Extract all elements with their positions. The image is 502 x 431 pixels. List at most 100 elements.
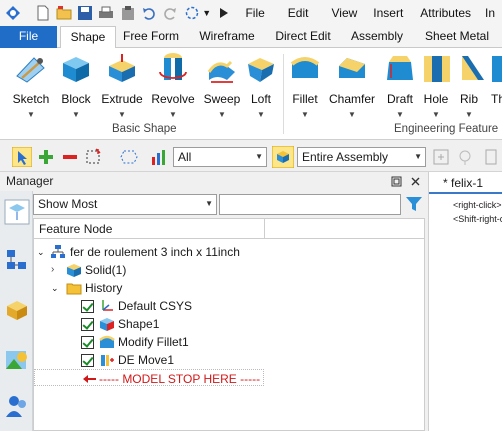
history-item-label: Default CSYS: [118, 299, 193, 313]
filter-chart-icon[interactable]: [150, 147, 170, 167]
revolve-button[interactable]: Revolve ▼: [149, 52, 197, 119]
history-manager-icon[interactable]: [4, 199, 30, 225]
sketch-icon: [16, 57, 45, 83]
clipboard-icon[interactable]: [119, 4, 136, 22]
menu-insert[interactable]: Insert: [366, 6, 410, 20]
revolve-icon: [159, 53, 187, 80]
save-icon[interactable]: [77, 4, 94, 22]
rib-dropdown-icon[interactable]: ▼: [454, 110, 484, 119]
manager-side-strip: [0, 191, 33, 431]
tab-assembly[interactable]: Assembly: [346, 26, 408, 48]
menu-edit[interactable]: Edit: [281, 6, 316, 20]
basic-shape-group-label: Basic Shape: [112, 123, 177, 135]
open-folder-icon[interactable]: [55, 4, 72, 22]
close-icon[interactable]: [410, 176, 421, 187]
scope-value: Entire Assembly: [302, 150, 389, 164]
snap-icon[interactable]: [432, 148, 450, 166]
search-input[interactable]: [219, 194, 401, 215]
mouse-hint-right-click: <right-click>: [453, 200, 502, 210]
scope-select[interactable]: Entire Assembly ▼: [297, 147, 426, 167]
expand-arrow-icon[interactable]: ›: [51, 261, 54, 279]
checkbox[interactable]: [81, 300, 94, 313]
draft-dropdown-icon[interactable]: ▼: [382, 110, 418, 119]
sketch-dropdown-icon[interactable]: ▼: [8, 110, 54, 119]
print-icon[interactable]: [98, 4, 115, 22]
remove-icon[interactable]: [62, 149, 78, 165]
filter-icon[interactable]: [405, 195, 423, 213]
hole-dropdown-icon[interactable]: ▼: [420, 110, 452, 119]
fillet-button[interactable]: Fillet ▼: [285, 52, 325, 119]
menu-more[interactable]: In: [478, 6, 502, 20]
undo-icon[interactable]: [140, 4, 157, 22]
tab-direct-edit[interactable]: Direct Edit: [270, 26, 336, 48]
history-item-label: Shape1: [118, 317, 160, 331]
collapse-arrow-icon[interactable]: ⌄: [37, 243, 45, 261]
checkbox[interactable]: [81, 336, 94, 349]
box-select-icon[interactable]: [86, 148, 104, 166]
redo-icon[interactable]: [162, 4, 179, 22]
regen-icon[interactable]: [183, 4, 200, 22]
more-commands-icon[interactable]: [215, 4, 232, 22]
tab-shape[interactable]: Shape: [60, 26, 116, 49]
pick-mode-icon[interactable]: [12, 147, 32, 167]
filter-select[interactable]: All ▼: [173, 147, 267, 167]
selection-toolbar: All ▼ Entire Assembly ▼: [0, 141, 502, 172]
extrude-label: Extrude: [101, 92, 143, 106]
sweep-dropdown-icon[interactable]: ▼: [201, 110, 243, 119]
app-logo-icon: [4, 4, 22, 22]
tab-file[interactable]: File: [0, 26, 57, 48]
checkbox[interactable]: [81, 354, 94, 367]
menu-view[interactable]: View: [324, 6, 364, 20]
new-file-icon[interactable]: [34, 4, 51, 22]
checkbox[interactable]: [81, 318, 94, 331]
tree-row-model-stop[interactable]: ----- MODEL STOP HERE -----: [34, 369, 264, 386]
menu-file[interactable]: File: [238, 6, 271, 20]
assembly-icon[interactable]: [272, 146, 294, 168]
rib-button[interactable]: Rib ▼: [454, 52, 484, 119]
document-area: * felix-1 <right-click> <Shift-right-c: [428, 172, 502, 431]
loft-button[interactable]: Loft ▼: [244, 52, 278, 119]
show-mode-value: Show Most: [38, 197, 98, 211]
hole-button[interactable]: Hole ▼: [420, 52, 452, 119]
loft-dropdown-icon[interactable]: ▼: [244, 110, 278, 119]
filter-value: All: [178, 150, 192, 164]
chevron-down-icon: ▼: [205, 199, 213, 208]
extrude-button[interactable]: Extrude ▼: [99, 52, 145, 119]
tab-sheet-metal[interactable]: Sheet Metal: [420, 26, 494, 48]
sweep-icon: [207, 60, 235, 83]
title-bar: ▼ File Edit View Insert Attributes In: [0, 0, 502, 26]
menu-attributes[interactable]: Attributes: [413, 6, 478, 20]
chamfer-button[interactable]: Chamfer ▼: [326, 52, 378, 119]
assembly-manager-icon[interactable]: [4, 247, 30, 273]
ribbon-tabs: File Shape Free Form Wireframe Direct Ed…: [0, 26, 502, 49]
manager-title: Manager: [6, 174, 54, 188]
show-mode-select[interactable]: Show Most ▼: [33, 194, 217, 215]
quick-access-dropdown-icon[interactable]: ▼: [202, 8, 211, 18]
fillet-dropdown-icon[interactable]: ▼: [285, 110, 325, 119]
view-manager-icon[interactable]: [4, 347, 30, 373]
collapse-arrow-icon[interactable]: ⌄: [51, 279, 59, 297]
part-manager-icon[interactable]: [4, 297, 30, 323]
chamfer-dropdown-icon[interactable]: ▼: [326, 110, 378, 119]
sweep-button[interactable]: Sweep ▼: [201, 52, 243, 119]
block-button[interactable]: Block ▼: [56, 52, 96, 119]
user-manager-icon[interactable]: [4, 393, 30, 419]
locate-icon[interactable]: [456, 148, 474, 166]
dimension-icon[interactable]: [484, 148, 502, 166]
add-icon[interactable]: [38, 149, 54, 165]
sketch-button[interactable]: Sketch ▼: [8, 52, 54, 119]
polygon-select-icon[interactable]: [120, 148, 138, 166]
chevron-down-icon: ▼: [255, 152, 263, 161]
document-tab-label: * felix-1: [443, 176, 484, 190]
thread-button[interactable]: Th: [488, 52, 502, 106]
restore-icon[interactable]: [391, 176, 402, 187]
hole-icon: [424, 56, 450, 82]
document-tab[interactable]: * felix-1: [429, 172, 502, 194]
extrude-dropdown-icon[interactable]: ▼: [99, 110, 145, 119]
tab-wireframe[interactable]: Wireframe: [192, 26, 262, 48]
tab-free-form[interactable]: Free Form: [118, 26, 184, 48]
hole-label: Hole: [423, 92, 449, 106]
revolve-dropdown-icon[interactable]: ▼: [149, 110, 197, 119]
block-dropdown-icon[interactable]: ▼: [56, 110, 96, 119]
draft-button[interactable]: Draft ▼: [382, 52, 418, 119]
